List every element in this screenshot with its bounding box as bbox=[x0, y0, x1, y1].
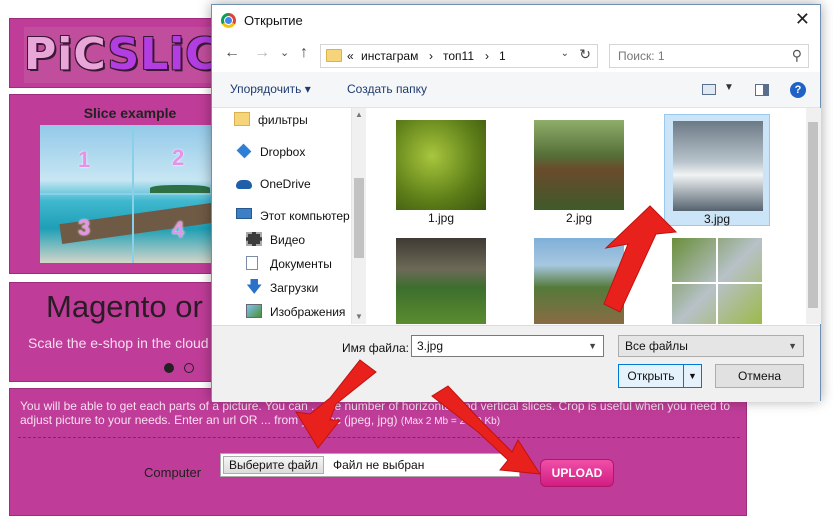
dialog-toolbar: Упорядочить ▾ Создать папку ▼ ? bbox=[212, 72, 820, 108]
images-icon bbox=[246, 304, 262, 318]
image-thumbnail bbox=[534, 120, 624, 210]
chrome-icon bbox=[221, 13, 236, 28]
slice-number: 3 bbox=[78, 215, 91, 240]
image-thumbnail bbox=[396, 238, 486, 324]
file-name: 3.jpg bbox=[703, 212, 731, 226]
sidebar-scroll-thumb[interactable] bbox=[354, 178, 364, 258]
slice-number: 4 bbox=[172, 217, 185, 242]
open-button[interactable]: Открыть ▼ bbox=[618, 364, 702, 388]
image-thumbnail bbox=[672, 238, 762, 324]
dashed-divider bbox=[18, 437, 740, 438]
upload-button[interactable]: UPLOAD bbox=[540, 459, 614, 487]
new-folder-button[interactable]: Создать папку bbox=[347, 82, 427, 96]
file-tile[interactable]: 1.jpg bbox=[388, 114, 494, 226]
breadcrumb-overflow[interactable]: « bbox=[347, 49, 354, 63]
filename-input[interactable]: 3.jpg ▼ bbox=[411, 335, 604, 357]
view-dropdown-icon[interactable]: ▼ bbox=[724, 82, 734, 93]
folder-icon bbox=[234, 112, 250, 126]
magento-subtitle: Scale the e-shop in the cloud bbox=[28, 335, 209, 351]
file-grid: 1.jpg 2.jpg 3.jpg bbox=[368, 108, 806, 324]
cancel-button[interactable]: Отмена bbox=[715, 364, 804, 388]
picslice-logo: PiCSLiCe bbox=[24, 27, 248, 83]
chevron-down-icon[interactable]: ⌄ bbox=[561, 48, 569, 59]
folder-icon bbox=[326, 49, 342, 62]
logo-text-pic: PiC bbox=[24, 29, 108, 80]
image-thumbnail bbox=[534, 238, 624, 324]
search-placeholder: Поиск: 1 bbox=[618, 49, 665, 63]
refresh-icon[interactable]: ↻ bbox=[579, 46, 591, 63]
file-name: 1.jpg bbox=[427, 211, 455, 225]
file-open-dialog: Открытие ✕ ← → ⌄ ↑ « инстаграм › топ11 ›… bbox=[211, 4, 821, 402]
sidebar-item-dropbox[interactable]: Dropbox bbox=[236, 142, 364, 162]
image-thumbnail bbox=[396, 120, 486, 210]
screenshot-stage: PiCSLiCe Slice example 1 2 3 4 Magento o… bbox=[0, 0, 833, 521]
upload-panel: You will be able to get each parts of a … bbox=[9, 388, 747, 516]
open-options-dropdown-icon[interactable]: ▼ bbox=[683, 365, 701, 387]
search-icon: ⚲ bbox=[791, 47, 802, 63]
scroll-down-icon[interactable]: ▼ bbox=[355, 312, 363, 321]
up-folder-icon[interactable]: ↑ bbox=[300, 44, 308, 62]
onedrive-icon bbox=[236, 180, 252, 189]
no-file-text: Файл не выбран bbox=[333, 458, 425, 472]
dialog-footer: Имя файла: 3.jpg ▼ Все файлы ▼ Открыть ▼… bbox=[212, 325, 820, 402]
file-name: 2.jpg bbox=[565, 211, 593, 225]
organize-menu[interactable]: Упорядочить ▾ bbox=[230, 82, 311, 96]
address-bar[interactable]: « инстаграм › топ11 › 1 ⌄ ↻ bbox=[320, 44, 598, 68]
file-tile-selected[interactable]: 3.jpg bbox=[664, 114, 770, 226]
back-arrow-icon[interactable]: ← bbox=[224, 44, 240, 62]
magento-title: Magento or bbox=[46, 289, 203, 324]
file-grid-scroll-thumb[interactable] bbox=[808, 122, 818, 308]
dialog-title: Открытие bbox=[244, 13, 303, 28]
file-input[interactable]: Выберите файл Файл не выбран bbox=[220, 453, 520, 477]
image-thumbnail bbox=[673, 121, 763, 211]
file-type-value: Все файлы bbox=[625, 339, 688, 353]
slice-number: 2 bbox=[172, 145, 185, 170]
open-button-label: Открыть bbox=[627, 369, 675, 383]
file-tile[interactable]: 2.jpg bbox=[526, 114, 632, 226]
slice-divider-horizontal bbox=[40, 193, 226, 195]
file-tile[interactable] bbox=[388, 232, 494, 324]
documents-icon bbox=[246, 256, 258, 270]
computer-label: Computer bbox=[144, 465, 202, 480]
forward-arrow-icon[interactable]: → bbox=[254, 44, 270, 62]
search-box[interactable]: Поиск: 1 ⚲ bbox=[609, 44, 809, 68]
filename-value: 3.jpg bbox=[417, 339, 444, 353]
dropbox-icon bbox=[236, 143, 252, 159]
sidebar-item-onedrive[interactable]: OneDrive bbox=[236, 174, 364, 194]
carousel-dot[interactable] bbox=[184, 363, 194, 373]
close-icon[interactable]: ✕ bbox=[795, 9, 810, 30]
video-icon bbox=[246, 232, 262, 246]
breadcrumb-separator[interactable]: › bbox=[485, 49, 489, 63]
beach-photo-example: 1 2 3 4 bbox=[40, 125, 226, 263]
help-icon[interactable]: ? bbox=[790, 82, 806, 98]
upload-description: You will be able to get each parts of a … bbox=[20, 399, 730, 427]
file-tile[interactable] bbox=[526, 232, 632, 324]
preview-pane-icon[interactable] bbox=[755, 84, 769, 96]
scroll-up-icon[interactable]: ▲ bbox=[355, 110, 363, 119]
chevron-down-icon[interactable]: ▼ bbox=[588, 341, 597, 351]
file-type-select[interactable]: Все файлы ▼ bbox=[618, 335, 804, 357]
carousel-dot-active[interactable] bbox=[164, 363, 174, 373]
breadcrumb-top11[interactable]: топ11 bbox=[443, 49, 474, 63]
slice-number: 1 bbox=[78, 147, 91, 172]
filename-label: Имя файла: bbox=[342, 341, 409, 355]
chevron-down-icon[interactable]: ▼ bbox=[788, 341, 797, 351]
file-tile[interactable] bbox=[664, 232, 770, 324]
view-options-icon[interactable] bbox=[702, 84, 716, 95]
dialog-titlebar[interactable]: Открытие ✕ bbox=[212, 5, 820, 37]
choose-file-button[interactable]: Выберите файл bbox=[223, 456, 325, 474]
sidebar-scrollbar[interactable]: ▲ ▼ bbox=[351, 108, 366, 324]
computer-icon bbox=[236, 208, 252, 219]
upload-size-limit: (Max 2 Mb = 2000 Kb) bbox=[400, 416, 501, 427]
breadcrumb-1[interactable]: 1 bbox=[499, 49, 506, 63]
sidebar-item-this-pc[interactable]: Этот компьютер bbox=[236, 206, 364, 226]
sidebar-item-filters[interactable]: фильтры bbox=[234, 110, 362, 130]
file-grid-scrollbar[interactable] bbox=[806, 108, 821, 324]
navigation-pane: фильтры Dropbox OneDrive Этот компьютер … bbox=[212, 108, 367, 324]
downloads-icon: 🡇 bbox=[246, 279, 263, 296]
navigation-row: ← → ⌄ ↑ « инстаграм › топ11 › 1 ⌄ ↻ Поис… bbox=[212, 38, 820, 72]
breadcrumb-separator[interactable]: › bbox=[429, 49, 433, 63]
recent-locations-icon[interactable]: ⌄ bbox=[280, 46, 289, 59]
breadcrumb-instagram[interactable]: инстаграм bbox=[361, 49, 418, 63]
